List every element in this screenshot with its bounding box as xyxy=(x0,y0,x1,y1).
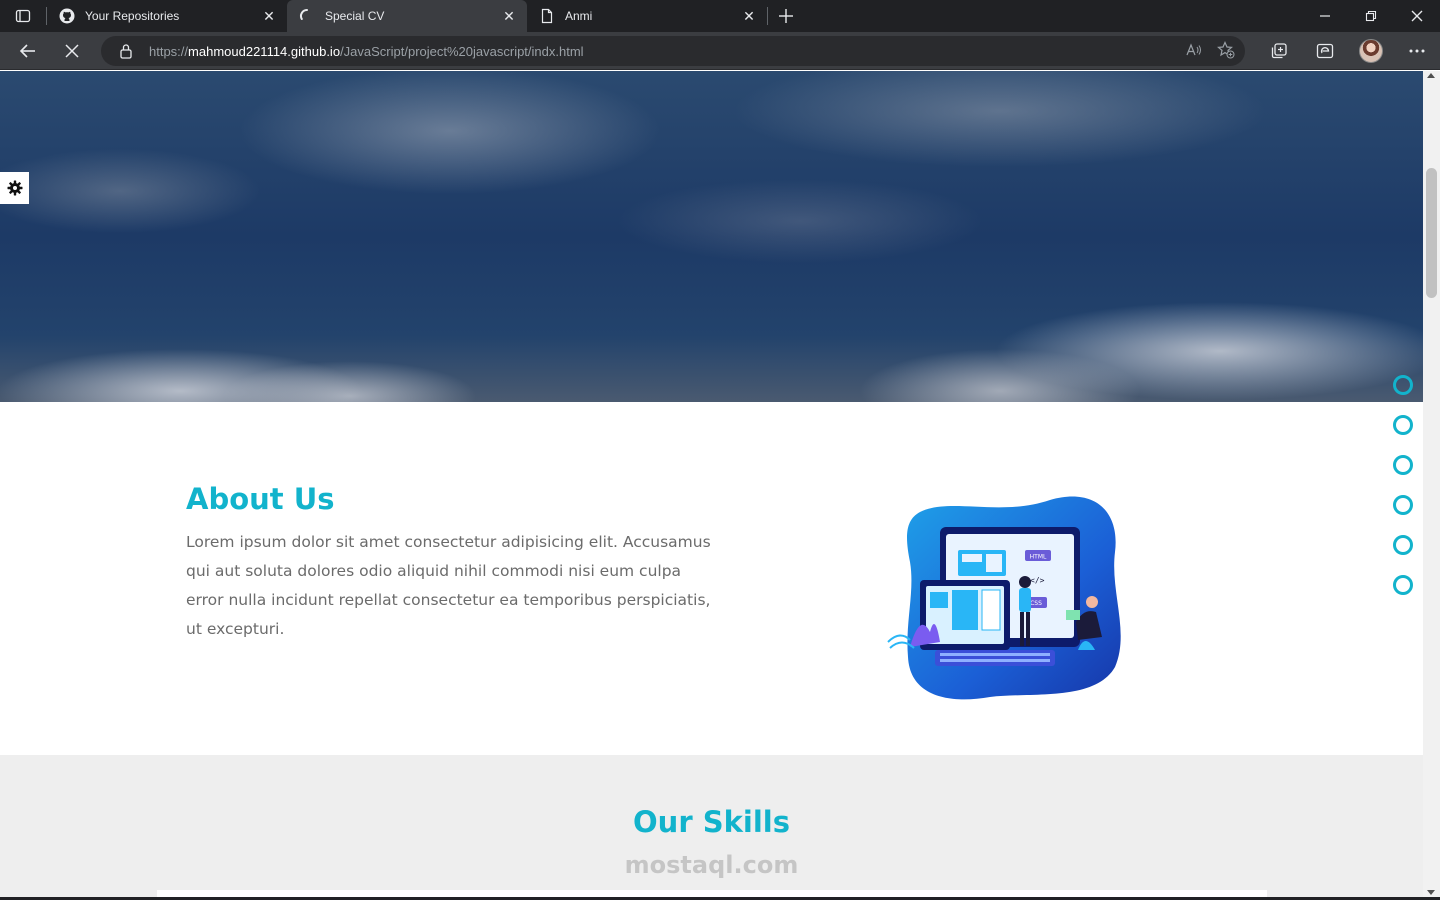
stop-loading-button[interactable] xyxy=(54,36,90,66)
watermark: mostaql.com xyxy=(624,851,799,879)
gear-icon xyxy=(7,180,22,196)
tab-title: Anmi xyxy=(565,9,593,23)
scroll-down-arrow-icon[interactable] xyxy=(1427,890,1435,895)
nav-bullets xyxy=(1393,375,1415,615)
restore-button[interactable] xyxy=(1348,0,1394,32)
page-scrollbar[interactable] xyxy=(1423,71,1440,900)
about-text: Lorem ipsum dolor sit amet consectetur a… xyxy=(186,533,711,638)
lock-icon[interactable] xyxy=(119,43,135,59)
url-scheme: https:// xyxy=(149,43,189,59)
new-tab-button[interactable] xyxy=(768,0,804,32)
css-label: CSS xyxy=(1030,600,1042,607)
browser-toolbar: https://mahmoud221114.github.io/JavaScri… xyxy=(0,32,1440,70)
web-development-illustration: HTML CSS </> xyxy=(887,496,1121,700)
scrollbar-thumb[interactable] xyxy=(1426,168,1437,298)
nav-bullet[interactable] xyxy=(1393,375,1413,395)
about-heading: About Us xyxy=(186,482,335,516)
scroll-up-arrow-icon[interactable] xyxy=(1427,73,1435,78)
document-icon xyxy=(539,8,555,24)
tab-strip: Your Repositories ✕ Special CV ✕ Anmi ✕ xyxy=(0,0,1440,32)
restore-icon xyxy=(1365,10,1377,22)
loading-spinner-icon xyxy=(299,8,315,24)
minimize-icon xyxy=(1320,15,1330,17)
edge-icon xyxy=(1316,43,1334,59)
skills-heading: Our Skills xyxy=(633,805,790,839)
more-dots-icon xyxy=(1409,49,1425,53)
back-button[interactable] xyxy=(10,36,46,66)
close-tab-icon[interactable]: ✕ xyxy=(501,8,517,24)
nav-bullet[interactable] xyxy=(1393,535,1413,555)
tab-anmi[interactable]: Anmi ✕ xyxy=(527,0,767,32)
collections-icon xyxy=(1271,43,1287,59)
url-path: /JavaScript/project%20javascript/indx.ht… xyxy=(340,43,584,59)
nav-bullet[interactable] xyxy=(1393,415,1413,435)
html-label: HTML xyxy=(1030,554,1047,561)
plus-icon xyxy=(779,9,793,23)
tab-title: Special CV xyxy=(325,9,385,23)
nav-bullet[interactable] xyxy=(1393,575,1413,595)
settings-toggle-button[interactable] xyxy=(0,172,29,204)
avatar xyxy=(1359,39,1383,63)
nav-bullet[interactable] xyxy=(1393,455,1413,475)
tab-your-repositories[interactable]: Your Repositories ✕ xyxy=(47,0,287,32)
more-menu-button[interactable] xyxy=(1394,32,1440,70)
tab-actions-icon xyxy=(15,9,31,23)
tab-actions-button[interactable] xyxy=(0,0,46,32)
close-window-button[interactable] xyxy=(1394,0,1440,32)
tab-title: Your Repositories xyxy=(85,9,180,23)
close-icon xyxy=(1411,10,1423,22)
read-aloud-icon[interactable] xyxy=(1185,42,1203,61)
collections-button[interactable] xyxy=(1256,32,1302,70)
tab-special-cv[interactable]: Special CV ✕ xyxy=(287,0,527,32)
url-host: mahmoud221114.github.io xyxy=(188,43,341,59)
page-viewport: About Us Lorem ipsum dolor sit amet cons… xyxy=(0,71,1423,900)
stop-icon xyxy=(65,43,79,58)
hero-sky-background xyxy=(0,71,1423,402)
edge-extension-button[interactable] xyxy=(1302,32,1348,70)
back-arrow-icon xyxy=(19,43,35,58)
close-tab-icon[interactable]: ✕ xyxy=(261,8,277,24)
address-bar[interactable]: https://mahmoud221114.github.io/JavaScri… xyxy=(101,36,1245,66)
profile-button[interactable] xyxy=(1348,32,1394,70)
github-icon xyxy=(59,8,75,24)
minimize-button[interactable] xyxy=(1302,0,1348,32)
close-tab-icon[interactable]: ✕ xyxy=(741,8,757,24)
window-controls xyxy=(1302,0,1440,32)
about-section: About Us Lorem ipsum dolor sit amet cons… xyxy=(0,402,1423,755)
code-tag-label: </> xyxy=(1030,576,1045,585)
add-favorite-icon[interactable] xyxy=(1217,40,1235,62)
nav-bullet[interactable] xyxy=(1393,495,1413,515)
